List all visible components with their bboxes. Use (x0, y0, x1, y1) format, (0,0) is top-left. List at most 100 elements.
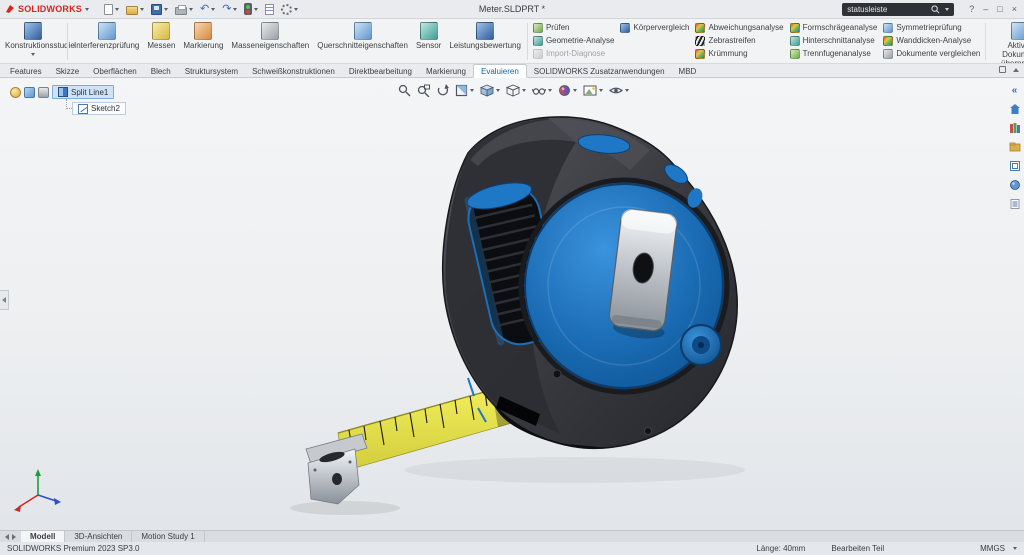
deviation-analysis-button[interactable]: Abweichungsanalyse (695, 22, 783, 33)
file-explorer-icon[interactable] (1009, 141, 1021, 153)
check-entity-label: Prüfen (546, 23, 570, 32)
performance-evaluation-button[interactable]: Leistungsbewertung (446, 21, 524, 62)
scroll-left-icon[interactable] (5, 534, 9, 540)
feature-tree-icon-3[interactable] (38, 87, 49, 98)
save-icon (151, 4, 162, 15)
check-entity-button[interactable]: Prüfen (533, 22, 614, 33)
tab-addins[interactable]: SOLIDWORKS Zusatzanwendungen (527, 65, 672, 77)
task-pane-expand-icon[interactable]: « (1012, 86, 1018, 96)
tab-features[interactable]: Features (3, 65, 49, 77)
design-study-button[interactable]: Konstruktionsstudie (2, 21, 64, 62)
hook-shadow (290, 501, 400, 515)
section-view-icon (455, 84, 468, 97)
appearances-scenes-icon[interactable] (1009, 179, 1021, 191)
search-input[interactable]: statusleiste (847, 5, 926, 14)
compare-bodies-button[interactable]: Körpervergleich (620, 22, 689, 33)
thickness-analysis-button[interactable]: Wanddicken-Analyse (883, 35, 980, 46)
tab-scroll-arrows (0, 531, 21, 542)
file-properties-button[interactable] (265, 4, 274, 15)
measure-button[interactable]: Messen (144, 21, 178, 62)
apply-scene-button[interactable] (583, 84, 603, 97)
tab-direct-editing[interactable]: Direktbearbeitung (342, 65, 419, 77)
zoom-area-button[interactable] (417, 84, 430, 97)
tree-item-split-line[interactable]: Split Line1 (52, 85, 114, 99)
feature-tree-icon-2[interactable] (24, 87, 35, 98)
tab-3d-views[interactable]: 3D-Ansichten (65, 531, 132, 542)
interference-check-button[interactable]: Interferenzprüfung (71, 21, 142, 62)
zebra-stripes-label: Zebrastreifen (708, 36, 755, 45)
tab-sheet-metal[interactable]: Blech (144, 65, 178, 77)
compare-documents-button[interactable]: Dokumente vergleichen (883, 48, 980, 59)
chevron-down-icon[interactable] (1013, 547, 1017, 550)
collapse-ribbon-icon[interactable] (1013, 68, 1019, 72)
solidworks-logo[interactable]: SOLIDWORKS (5, 4, 89, 14)
tree-item-sketch[interactable]: Sketch2 (72, 102, 126, 115)
rebuild-button[interactable] (244, 3, 258, 15)
compare-documents-icon (883, 49, 893, 59)
tape-end-hook[interactable] (306, 434, 367, 504)
help-button[interactable]: ? (969, 4, 974, 14)
origin-triad (14, 469, 61, 512)
close-button[interactable]: × (1012, 4, 1017, 14)
save-button[interactable] (151, 4, 168, 15)
feature-tree-icon-1[interactable] (10, 87, 21, 98)
tab-motion-study[interactable]: Motion Study 1 (132, 531, 204, 542)
chevron-down-icon (470, 89, 474, 92)
hide-show-items-button[interactable] (532, 84, 552, 97)
tab-surfaces[interactable]: Oberflächen (86, 65, 144, 77)
options-button[interactable] (281, 4, 298, 15)
maximize-button[interactable]: □ (997, 4, 1002, 14)
undo-button[interactable]: ↶ (200, 4, 215, 15)
check-tools-group: Prüfen Geometrie-Analyse Import-Diagnose (531, 21, 616, 62)
design-library-icon[interactable] (1009, 122, 1021, 134)
markup-button[interactable]: Markierung (180, 21, 226, 62)
pivot-wheel[interactable] (681, 325, 721, 365)
open-button[interactable] (126, 4, 144, 15)
custom-properties-icon[interactable] (1009, 198, 1021, 210)
pin-ribbon-icon[interactable] (999, 66, 1006, 73)
zebra-stripes-button[interactable]: Zebrastreifen (695, 35, 783, 46)
scroll-right-icon[interactable] (12, 534, 16, 540)
view-settings-eye-icon (609, 84, 623, 97)
new-document-button[interactable] (104, 4, 119, 15)
mass-properties-button[interactable]: Masseneigenschaften (228, 21, 312, 62)
print-button[interactable] (175, 4, 193, 15)
tab-weldments[interactable]: Schweißkonstruktionen (245, 65, 342, 77)
feature-manager-collapse-tab[interactable] (0, 290, 9, 310)
graphics-area[interactable]: Split Line1 Sketch2 « (0, 78, 1024, 530)
sensor-button[interactable]: Sensor (413, 21, 444, 62)
parting-line-analysis-button[interactable]: Trennfugenanalyse (790, 48, 878, 59)
previous-view-button[interactable] (436, 84, 449, 97)
curvature-button[interactable]: Krümmung (695, 48, 783, 59)
section-properties-button[interactable]: Querschnitteigenschaften (314, 21, 411, 62)
minimize-button[interactable]: – (983, 4, 988, 14)
view-orientation-button[interactable] (480, 84, 500, 97)
display-style-button[interactable] (506, 84, 526, 97)
markup-pen-icon (194, 22, 212, 40)
parting-line-analysis-label: Trennfugenanalyse (803, 49, 871, 58)
tape-measure-model[interactable] (0, 78, 1024, 530)
command-search-box[interactable]: statusleiste (842, 3, 954, 16)
tab-evaluate[interactable]: Evaluieren (473, 64, 527, 78)
unit-system-selector[interactable]: MMGS (980, 544, 1005, 553)
tab-sketch[interactable]: Skizze (49, 65, 87, 77)
view-settings-button[interactable] (609, 84, 629, 97)
edit-appearance-button[interactable] (558, 84, 577, 97)
draft-analysis-button[interactable]: Formschrägeanalyse (790, 22, 878, 33)
select-button[interactable]: ↷ (222, 4, 237, 15)
geometry-analysis-button[interactable]: Geometrie-Analyse (533, 35, 614, 46)
symmetry-check-button[interactable]: Symmetrieprüfung (883, 22, 980, 33)
tab-mbd[interactable]: MBD (672, 65, 704, 77)
solidworks-resources-icon[interactable] (1009, 103, 1021, 115)
zoom-fit-button[interactable] (398, 84, 411, 97)
tab-markup[interactable]: Markierung (419, 65, 473, 77)
view-palette-icon[interactable] (1009, 160, 1021, 172)
section-view-button[interactable] (455, 84, 474, 97)
geometry-analysis-icon (533, 36, 543, 46)
undercut-analysis-button[interactable]: Hinterschnittanalyse (790, 35, 878, 46)
tab-structure-system[interactable]: Struktursystem (178, 65, 245, 77)
rebuild-traffic-light-icon (244, 3, 252, 15)
tab-model[interactable]: Modell (21, 531, 65, 542)
markup-label: Markierung (183, 42, 223, 51)
check-active-document-button[interactable]: Aktives Dokument überprüfen (989, 21, 1024, 62)
